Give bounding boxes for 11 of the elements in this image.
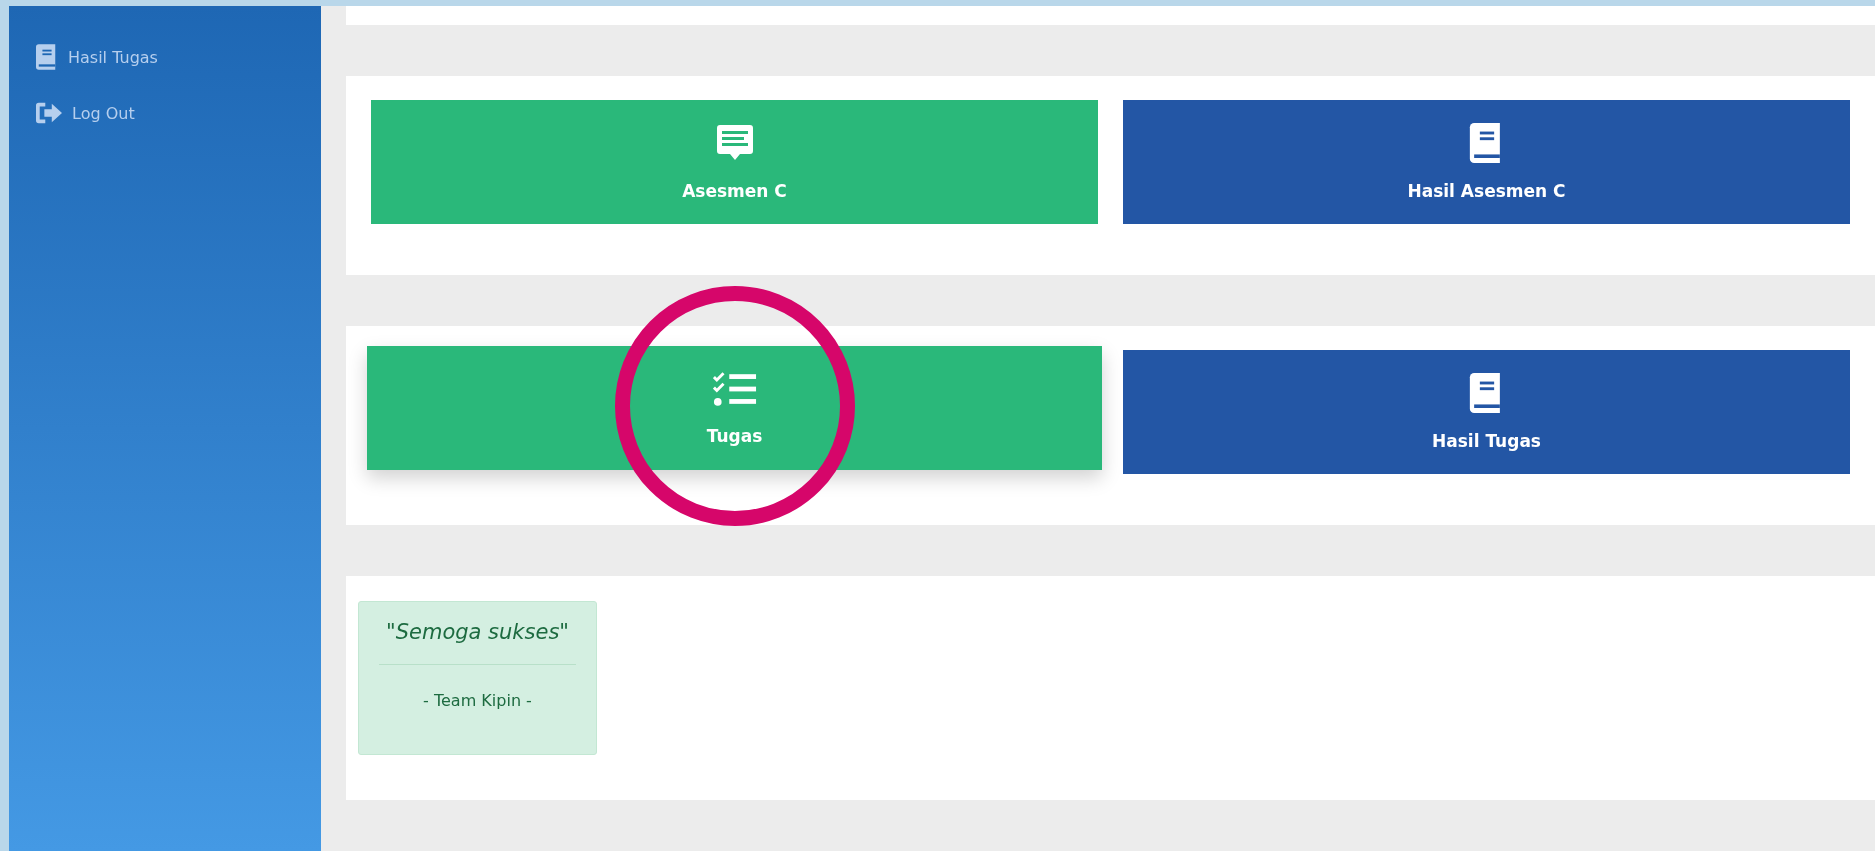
book-icon xyxy=(36,44,58,70)
menu-tile[interactable]: Asesmen C xyxy=(371,100,1098,224)
sidebar-item[interactable]: Log Out xyxy=(36,100,135,126)
menu-tile[interactable]: Tugas xyxy=(367,346,1102,470)
quote-text: "Semoga sukses" xyxy=(379,620,576,665)
menu-tile[interactable]: Hasil Tugas xyxy=(1123,350,1850,474)
logout-icon xyxy=(36,100,62,126)
menu-tile[interactable]: Hasil Asesmen C xyxy=(1123,100,1850,224)
sidebar-item[interactable]: Hasil Tugas xyxy=(36,44,158,70)
checklist-icon xyxy=(712,370,757,408)
quote-author: - Team Kipin - xyxy=(422,691,533,710)
